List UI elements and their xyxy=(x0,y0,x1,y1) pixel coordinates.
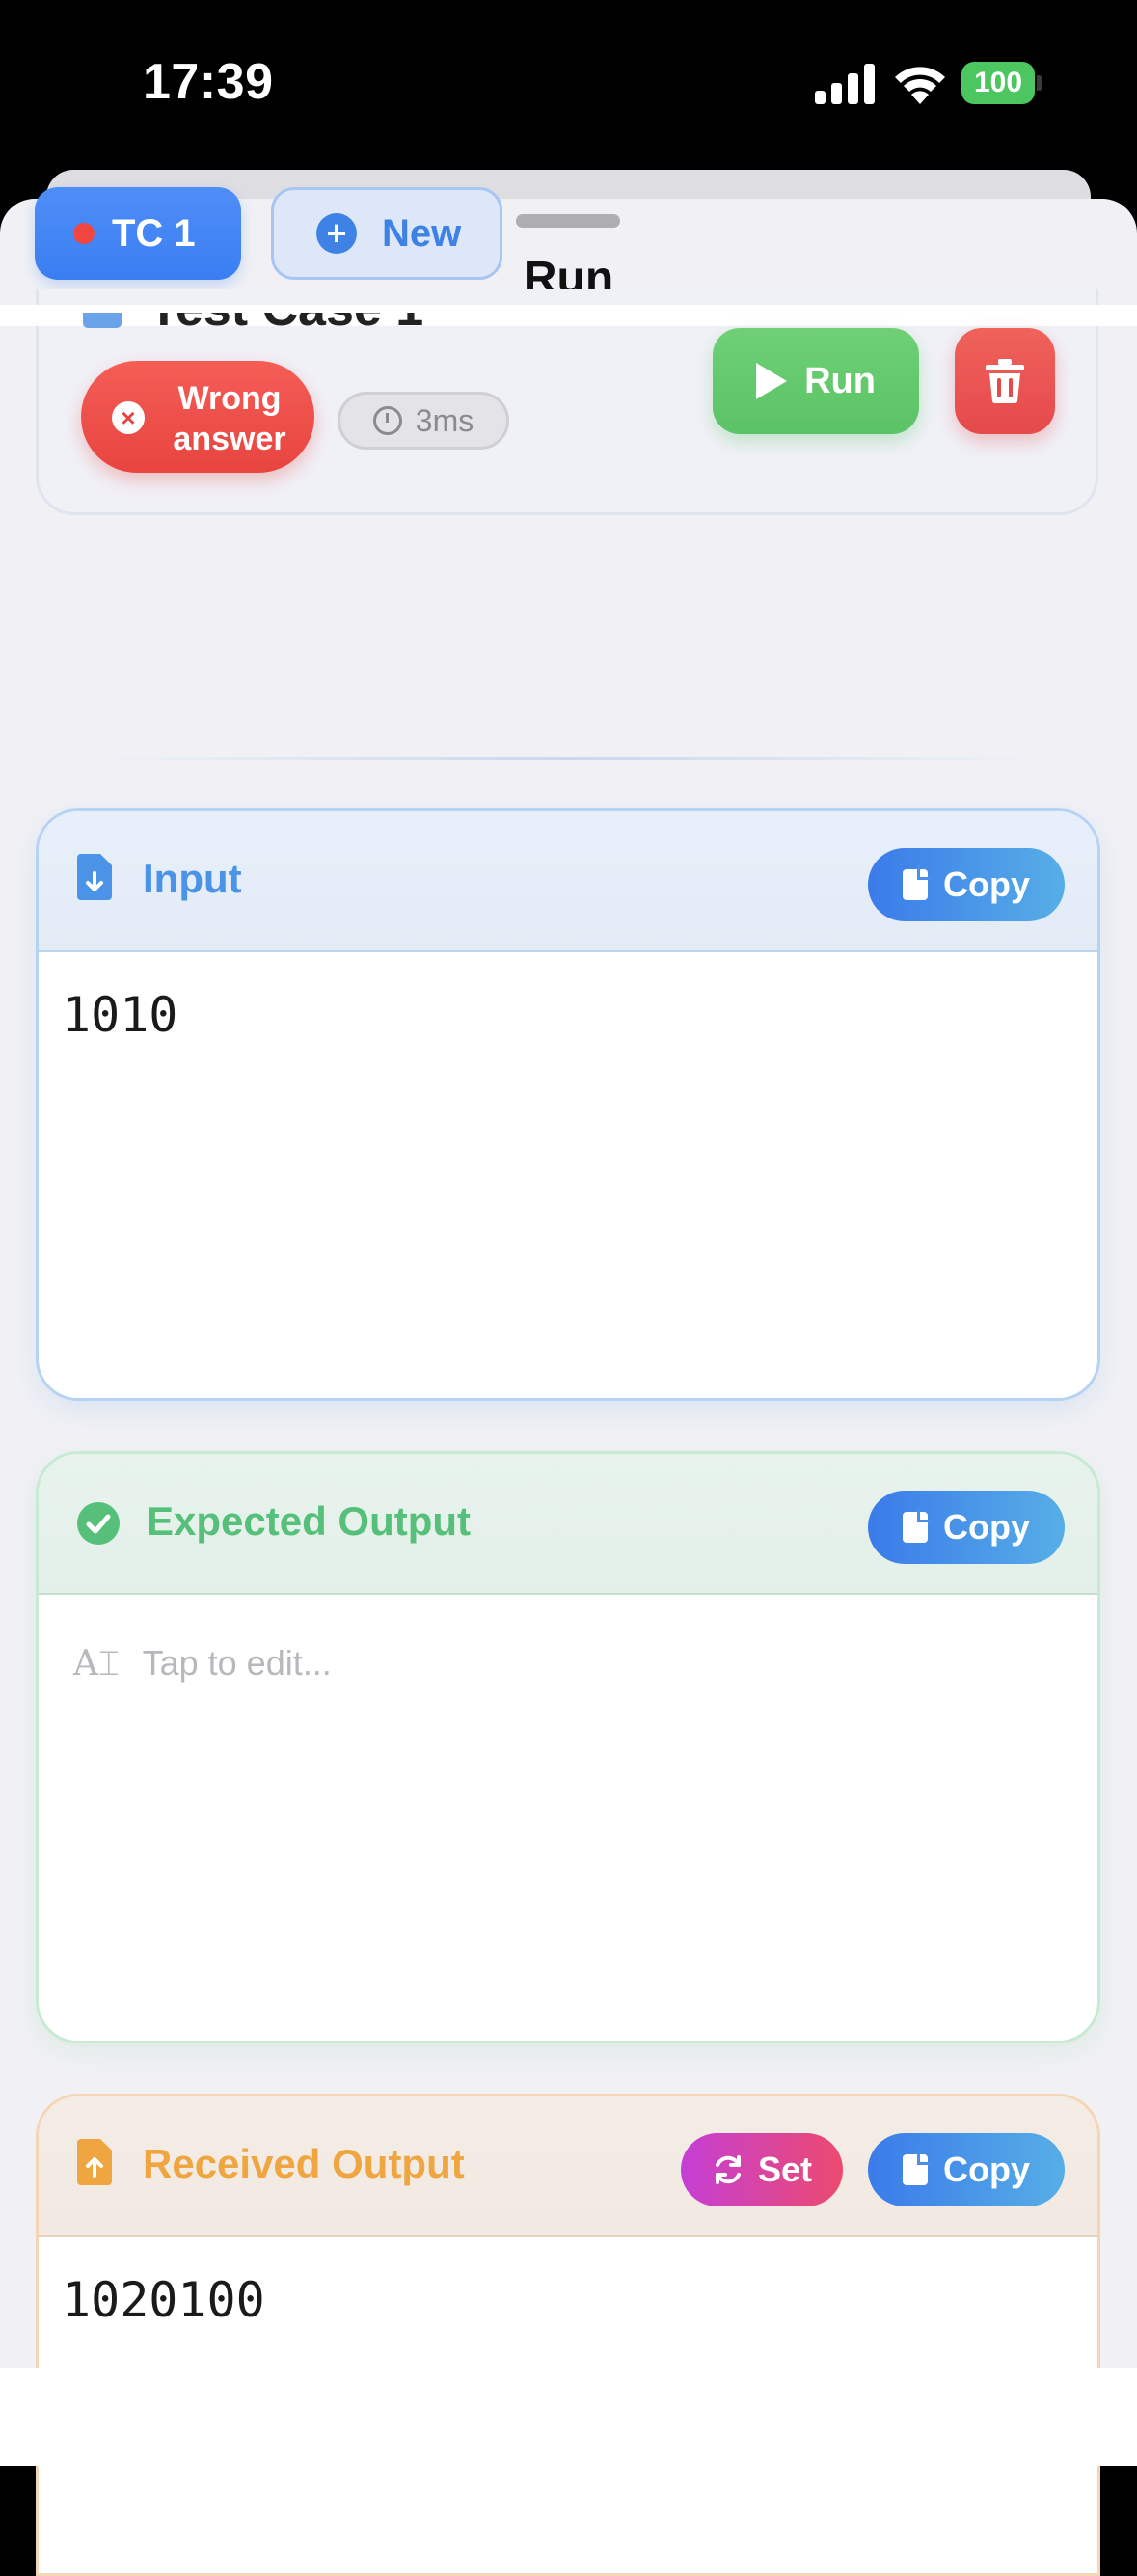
test-case-icon xyxy=(83,313,122,328)
input-panel: Input Copy 1010 xyxy=(36,808,1100,1401)
sheet-grabber[interactable] xyxy=(516,214,620,228)
run-button[interactable]: Run xyxy=(713,328,919,434)
home-indicator-area xyxy=(0,2368,1137,2466)
test-case-title: Test Case 1 xyxy=(83,313,430,332)
input-panel-header: Input Copy xyxy=(39,811,1097,952)
status-time: 17:39 xyxy=(143,54,274,110)
copy-input-button[interactable]: Copy xyxy=(868,848,1065,921)
received-output-panel: Received Output Set Copy 1020100 xyxy=(36,2094,1100,2576)
new-test-case-button[interactable]: + New xyxy=(271,187,502,280)
delete-button[interactable] xyxy=(955,328,1055,434)
received-output-header: Received Output Set Copy xyxy=(39,2096,1097,2237)
expected-output-panel: Expected Output Copy A⌶ Tap to edit... xyxy=(36,1451,1100,2043)
copy-received-button[interactable]: Copy xyxy=(868,2133,1065,2206)
result-badge: × Wrong answer xyxy=(81,361,314,473)
x-circle-icon: × xyxy=(112,401,145,434)
time-badge: 3ms xyxy=(338,392,509,450)
plus-circle-icon: + xyxy=(316,213,357,254)
expected-output-title: Expected Output xyxy=(147,1498,472,1544)
input-editor[interactable]: 1010 xyxy=(39,952,1097,1398)
clock-icon xyxy=(372,406,402,435)
expected-output-placeholder: A⌶ Tap to edit... xyxy=(73,1643,332,1684)
wifi-icon xyxy=(895,67,945,104)
received-output-title: Received Output xyxy=(143,2141,465,2186)
copy-icon xyxy=(903,2151,932,2185)
input-title: Input xyxy=(143,856,242,901)
divider xyxy=(91,757,1045,760)
copy-expected-button[interactable]: Copy xyxy=(868,1491,1065,1564)
trash-icon xyxy=(986,359,1024,403)
checkmark-circle-icon xyxy=(77,1502,120,1545)
play-icon xyxy=(756,363,788,399)
time-value: 3ms xyxy=(415,402,474,438)
run-label: Run xyxy=(804,360,876,401)
tab-tc1[interactable]: TC 1 xyxy=(35,187,241,280)
set-expected-button[interactable]: Set xyxy=(681,2133,843,2206)
input-value: 1010 xyxy=(62,987,178,1043)
copy-icon xyxy=(903,1508,932,1543)
copy-icon xyxy=(903,865,932,900)
expected-output-editor[interactable]: A⌶ Tap to edit... xyxy=(39,1595,1097,2041)
text-cursor-icon: A⌶ xyxy=(73,1644,120,1684)
battery-level: 100 xyxy=(961,62,1035,104)
refresh-icon xyxy=(715,2155,741,2184)
document-download-icon xyxy=(77,854,112,900)
tab-label: TC 1 xyxy=(112,211,196,255)
status-dot-icon xyxy=(73,223,95,244)
result-label: Wrong answer xyxy=(173,380,286,457)
cellular-signal-icon xyxy=(815,64,875,104)
document-upload-icon xyxy=(77,2139,112,2185)
expected-output-header: Expected Output Copy xyxy=(39,1454,1097,1595)
tab-label: New xyxy=(382,211,462,255)
received-output-value: 1020100 xyxy=(62,2272,265,2328)
battery-icon: 100 xyxy=(961,62,1042,104)
